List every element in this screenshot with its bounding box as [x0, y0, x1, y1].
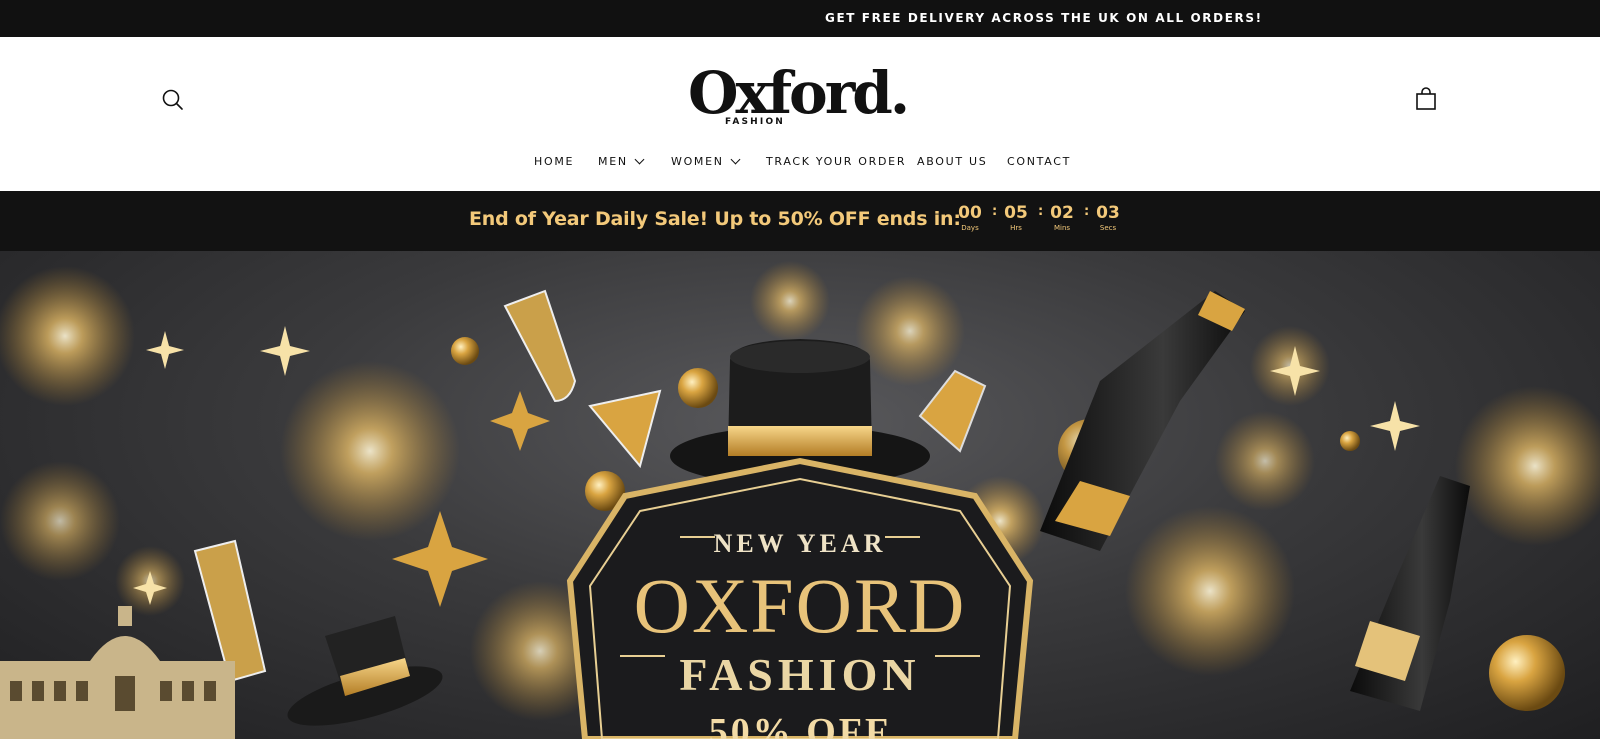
- logo-subtitle: FASHION: [725, 117, 786, 127]
- countdown-label: Hrs: [1010, 224, 1022, 232]
- countdown-bar: End of Year Daily Sale! Up to 50% OFF en…: [0, 191, 1600, 251]
- countdown-label: Secs: [1099, 224, 1117, 232]
- announcement-bar: GET FREE DELIVERY ACROSS THE UK ON ALL O…: [0, 0, 1600, 37]
- hero-brand-name: OXFORD: [633, 562, 967, 649]
- countdown-minutes: 02 Mins: [1042, 204, 1082, 233]
- search-icon[interactable]: [160, 87, 186, 113]
- hero-headline: NEW YEAR: [713, 529, 887, 558]
- shopping-bag-icon[interactable]: [1413, 86, 1439, 112]
- main-navigation: HOME MEN WOMEN TRACK YOUR ORDER ABOUT US…: [0, 151, 1600, 173]
- chevron-down-icon: [730, 154, 741, 165]
- hero-offer: 50% OFF: [708, 711, 892, 739]
- nav-item-label: TRACK YOUR ORDER: [766, 155, 907, 168]
- nav-item-home[interactable]: HOME: [534, 151, 574, 173]
- site-logo[interactable]: Oxford. FASHION: [688, 60, 914, 132]
- sale-announcement: End of Year Daily Sale! Up to 50% OFF en…: [469, 208, 961, 230]
- nav-item-label: WOMEN: [671, 155, 724, 168]
- countdown-value: 05: [1004, 203, 1028, 223]
- hero-banner[interactable]: NEW YEAR OXFORD FASHION 50% OFF: [0, 251, 1600, 739]
- countdown-label: Days: [961, 224, 979, 232]
- nav-item-label: ABOUT US: [917, 155, 988, 168]
- countdown-value: 03: [1096, 203, 1120, 223]
- countdown-seconds: 03 Secs: [1088, 204, 1128, 233]
- announcement-text: GET FREE DELIVERY ACROSS THE UK ON ALL O…: [825, 11, 1263, 25]
- countdown-hours: 05 Hrs: [996, 204, 1036, 233]
- nav-item-contact[interactable]: CONTACT: [1007, 151, 1071, 173]
- nav-item-about-us[interactable]: ABOUT US: [917, 151, 987, 173]
- countdown-label: Mins: [1053, 224, 1071, 232]
- site-header: Oxford. FASHION HOME MEN WOMEN TRACK YOU…: [0, 37, 1600, 191]
- countdown-value: 02: [1050, 203, 1074, 223]
- hero-subtitle: FASHION: [679, 649, 921, 700]
- logo-wordmark: Oxford.: [688, 59, 910, 127]
- nav-item-label: CONTACT: [1007, 155, 1072, 168]
- countdown-value: 00: [958, 203, 982, 223]
- countdown-days: 00 Days: [950, 204, 990, 233]
- nav-item-label: MEN: [598, 155, 628, 168]
- nav-item-women[interactable]: WOMEN: [671, 151, 741, 173]
- chevron-down-icon: [634, 154, 645, 165]
- nav-item-men[interactable]: MEN: [598, 151, 645, 173]
- nav-item-track-order[interactable]: TRACK YOUR ORDER: [766, 151, 906, 173]
- nav-item-label: HOME: [534, 155, 575, 168]
